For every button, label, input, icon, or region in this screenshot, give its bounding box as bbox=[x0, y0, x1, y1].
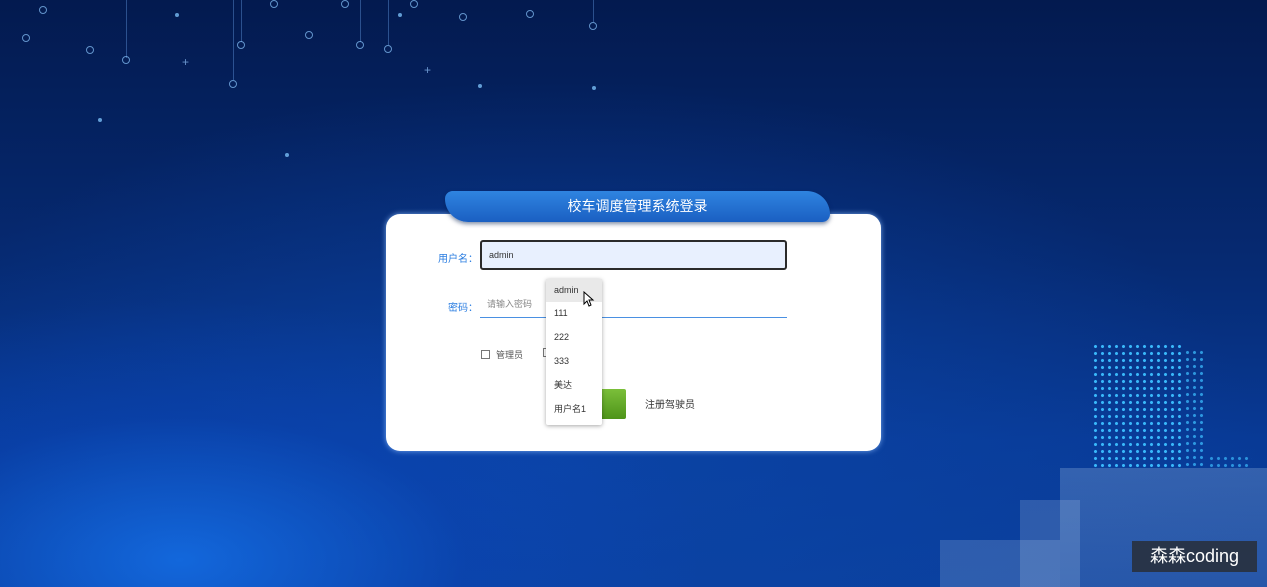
username-label: 用户名： bbox=[438, 254, 478, 265]
decor-line bbox=[233, 0, 234, 80]
decor-dot bbox=[285, 153, 289, 157]
login-title: 校车调度管理系统登录 bbox=[445, 191, 830, 222]
gear-icon bbox=[237, 41, 245, 49]
gear-icon bbox=[341, 0, 349, 8]
gear-icon bbox=[589, 22, 597, 30]
autocomplete-item[interactable]: 222 bbox=[546, 326, 602, 349]
gear-icon bbox=[39, 6, 47, 14]
autocomplete-item[interactable]: 333 bbox=[546, 350, 602, 373]
decor-dot bbox=[398, 13, 402, 17]
autocomplete-item[interactable]: 用户名1 bbox=[546, 398, 602, 421]
register-driver-link[interactable]: 注册驾驶员 bbox=[645, 396, 695, 411]
gear-icon bbox=[459, 13, 467, 21]
decor-line bbox=[241, 0, 242, 42]
mouse-cursor-icon bbox=[583, 291, 595, 307]
gear-icon bbox=[122, 56, 130, 64]
decor-line bbox=[360, 0, 361, 42]
gear-icon bbox=[356, 41, 364, 49]
role-admin-checkbox[interactable] bbox=[481, 350, 490, 359]
gear-icon bbox=[229, 80, 237, 88]
decor-dot bbox=[98, 118, 102, 122]
gear-icon bbox=[270, 0, 278, 8]
gear-icon bbox=[86, 46, 94, 54]
gear-icon bbox=[410, 0, 418, 8]
password-input[interactable]: 请输入密码 bbox=[480, 292, 787, 318]
decor-line bbox=[126, 0, 127, 58]
decor-dot bbox=[175, 13, 179, 17]
gear-icon bbox=[22, 34, 30, 42]
plus-icon: + bbox=[182, 55, 190, 69]
gear-icon bbox=[526, 10, 534, 18]
blur-block bbox=[1020, 500, 1080, 587]
username-input[interactable]: admin bbox=[480, 240, 787, 270]
role-admin-label: 管理员 bbox=[496, 350, 524, 360]
decor-line bbox=[593, 0, 594, 22]
decor-dot bbox=[478, 84, 482, 88]
decor-dot bbox=[592, 86, 596, 90]
decor-line bbox=[388, 0, 389, 45]
gear-icon bbox=[384, 45, 392, 53]
login-button[interactable] bbox=[598, 389, 626, 419]
password-label: 密码： bbox=[448, 303, 478, 314]
role-admin-option[interactable]: 管理员 bbox=[481, 348, 523, 361]
gear-icon bbox=[305, 31, 313, 39]
plus-icon: + bbox=[424, 63, 432, 77]
watermark: 森森coding bbox=[1132, 541, 1257, 572]
autocomplete-item[interactable]: 美达 bbox=[546, 374, 602, 397]
building-graphic bbox=[1092, 343, 1252, 469]
